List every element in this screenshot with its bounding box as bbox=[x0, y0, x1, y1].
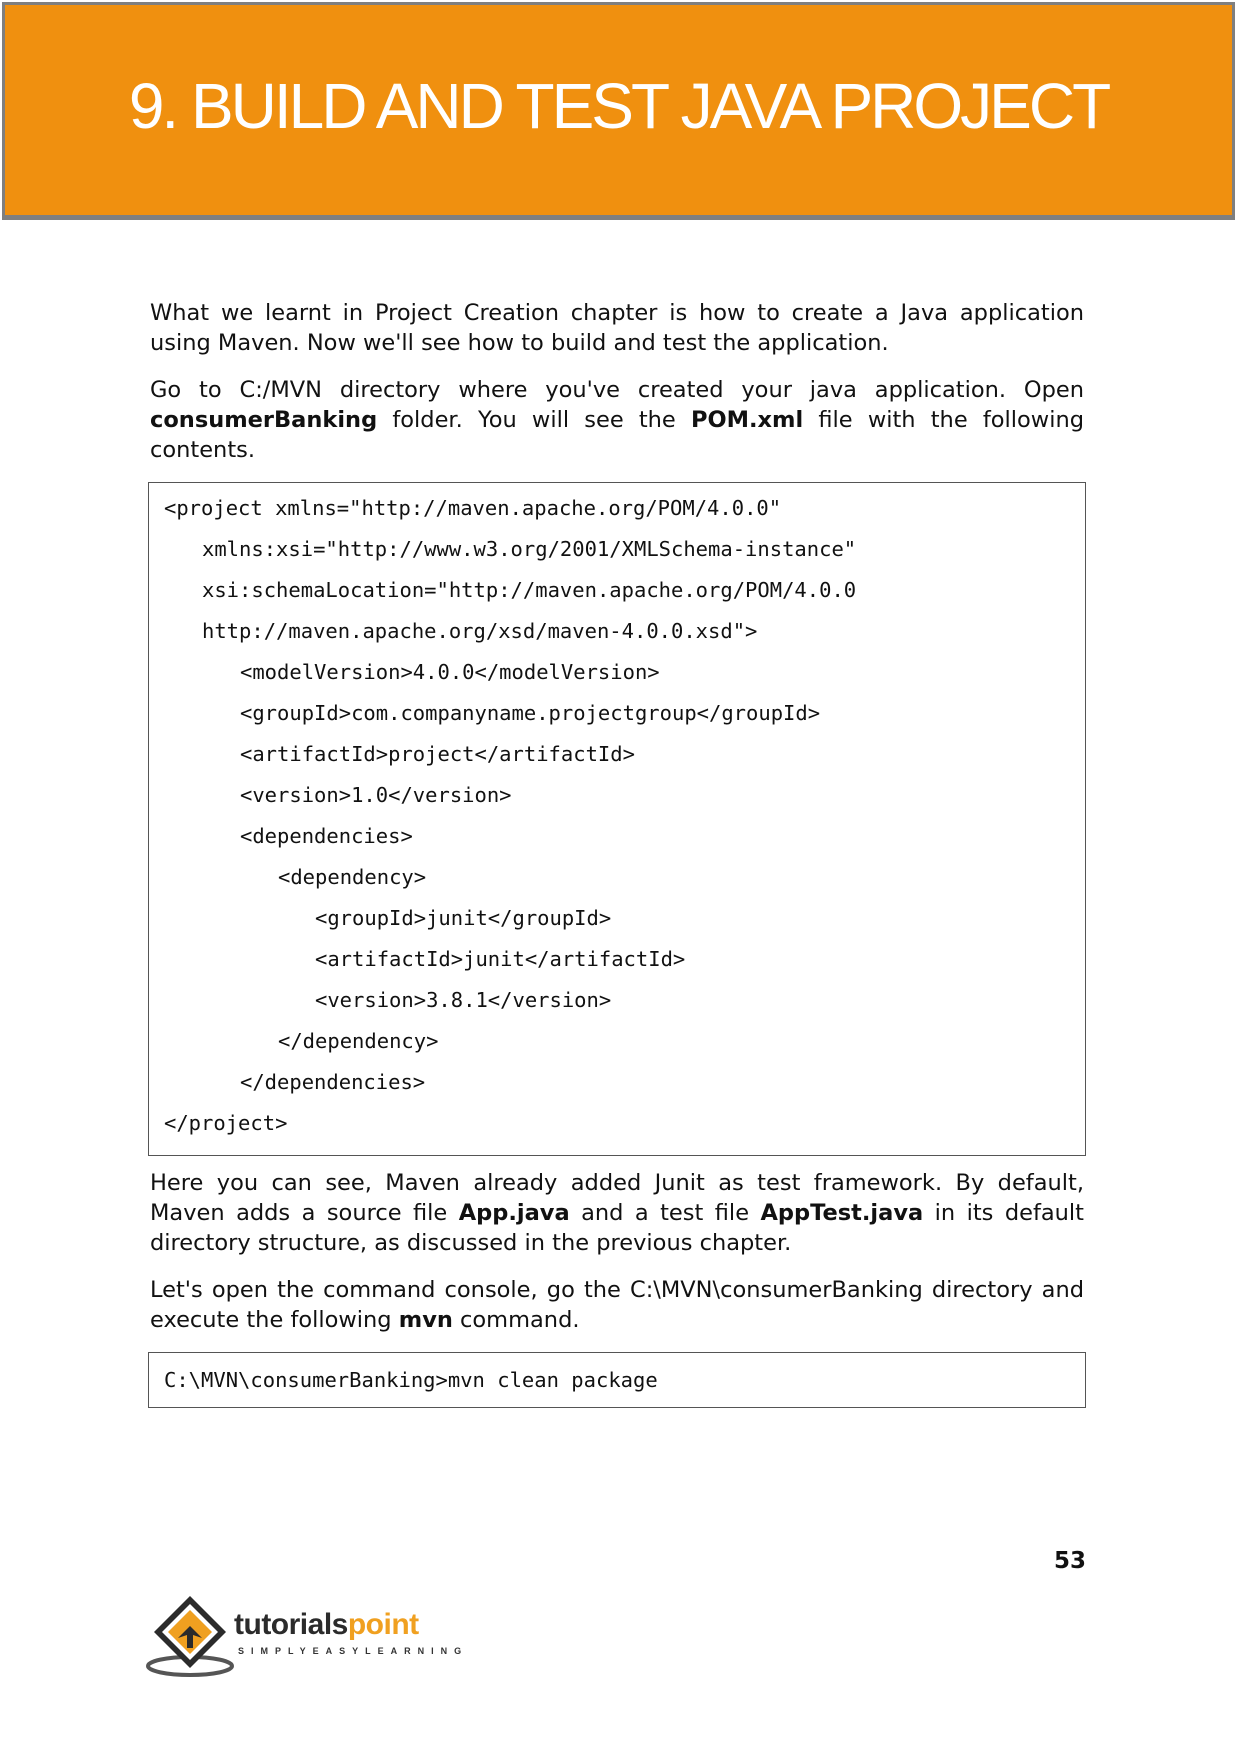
chapter-header-banner: 9. BUILD AND TEST JAVA PROJECT bbox=[2, 2, 1235, 220]
logo-word: point bbox=[347, 1608, 419, 1641]
code-line: C:\MVN\consumerBanking>mvn clean package bbox=[164, 1368, 658, 1392]
code-line: </dependency> bbox=[278, 1029, 439, 1053]
tutorialspoint-logo: tutorialspoint SIMPLYEASYLEARNING bbox=[146, 1590, 461, 1680]
pom-code-block: <project xmlns="http://maven.apache.org/… bbox=[148, 482, 1086, 1156]
text-run: command. bbox=[452, 1307, 580, 1333]
command-paragraph: Let's open the command console, go the C… bbox=[150, 1275, 1084, 1335]
logo-word: tutorials bbox=[234, 1608, 348, 1641]
file-name: POM.xml bbox=[690, 407, 804, 433]
command-code-block: C:\MVN\consumerBanking>mvn clean package bbox=[148, 1352, 1086, 1408]
chapter-title: 9. BUILD AND TEST JAVA PROJECT bbox=[128, 70, 1111, 142]
text-run: Let's open the command console, go the C… bbox=[150, 1277, 1084, 1333]
code-line: <groupId>junit</groupId> bbox=[315, 906, 612, 930]
code-line: <artifactId>project</artifactId> bbox=[240, 742, 635, 766]
code-line: </dependencies> bbox=[240, 1070, 426, 1094]
code-line: <artifactId>junit</artifactId> bbox=[315, 947, 686, 971]
junit-paragraph: Here you can see, Maven already added Ju… bbox=[150, 1168, 1084, 1258]
text-run: folder. You will see the bbox=[377, 407, 691, 433]
code-line: http://maven.apache.org/xsd/maven-4.0.0.… bbox=[202, 619, 758, 643]
instructions-paragraph: Go to C:/MVN directory where you've crea… bbox=[150, 375, 1084, 465]
code-line: xmlns:xsi="http://www.w3.org/2001/XMLSch… bbox=[202, 537, 857, 561]
code-line: </project> bbox=[164, 1111, 288, 1135]
logo-wordmark: tutorialspoint bbox=[234, 1608, 419, 1642]
code-line: <groupId>com.companyname.projectgroup</g… bbox=[240, 701, 821, 725]
page-number: 53 bbox=[1053, 1548, 1086, 1574]
code-line: <version>3.8.1</version> bbox=[315, 988, 612, 1012]
text-run: and a test file bbox=[569, 1200, 761, 1226]
code-line: xsi:schemaLocation="http://maven.apache.… bbox=[202, 578, 857, 602]
source-file-name: App.java bbox=[458, 1200, 570, 1226]
code-line: <version>1.0</version> bbox=[240, 783, 512, 807]
code-line: <modelVersion>4.0.0</modelVersion> bbox=[240, 660, 660, 684]
mvn-keyword: mvn bbox=[398, 1307, 453, 1333]
intro-paragraph: What we learnt in Project Creation chapt… bbox=[150, 300, 1084, 356]
text-run: Go to C:/MVN directory where you've crea… bbox=[150, 377, 1084, 403]
logo-emblem-icon bbox=[146, 1596, 234, 1677]
code-line: <dependencies> bbox=[240, 824, 413, 848]
logo-tagline: SIMPLYEASYLEARNING bbox=[238, 1646, 469, 1656]
folder-name: consumerBanking bbox=[150, 407, 378, 433]
code-line: <dependency> bbox=[278, 865, 427, 889]
code-line: <project xmlns="http://maven.apache.org/… bbox=[164, 496, 782, 520]
test-file-name: AppTest.java bbox=[760, 1200, 924, 1226]
